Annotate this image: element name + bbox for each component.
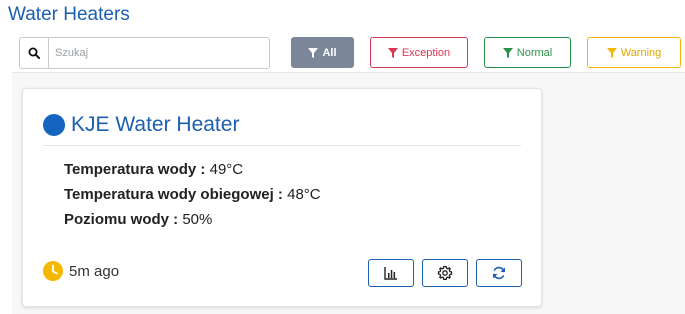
bar-chart-icon (384, 267, 397, 280)
property-separator: : (169, 211, 183, 228)
property-row: Temperatura wody obiegowej : 48°C (64, 182, 321, 207)
filter-exception-button[interactable]: Exception (370, 37, 468, 68)
clock-icon (43, 261, 63, 281)
filter-all-label: All (322, 46, 337, 59)
search-icon (20, 38, 49, 68)
property-separator: : (196, 161, 210, 178)
filter-icon (502, 47, 513, 58)
property-value: 48°C (287, 186, 321, 203)
filter-warning-button[interactable]: Warning (587, 37, 681, 68)
card-divider (43, 145, 521, 146)
last-update: 5m ago (43, 261, 119, 281)
property-separator: : (273, 186, 288, 203)
filter-warning-label: Warning (620, 46, 662, 59)
filter-icon (308, 47, 319, 58)
property-row: Temperatura wody : 49°C (64, 157, 321, 182)
property-value: 50% (182, 211, 213, 228)
property-name: Poziomu wody (64, 211, 169, 228)
filter-normal-button[interactable]: Normal (484, 37, 571, 68)
chart-button[interactable] (368, 259, 414, 287)
filter-icon (606, 47, 617, 58)
card-header: KJE Water Heater (43, 113, 239, 137)
property-value: 49°C (209, 161, 244, 178)
page-title: Water Heaters (8, 4, 130, 25)
refresh-button[interactable] (476, 259, 522, 287)
search-box (19, 37, 270, 69)
gear-icon (437, 265, 453, 280)
settings-button[interactable] (422, 259, 468, 287)
search-input[interactable] (49, 38, 269, 68)
filter-exception-label: Exception (401, 46, 451, 59)
filter-icon (387, 47, 398, 58)
status-indicator (43, 114, 65, 136)
filter-normal-label: Normal (516, 46, 553, 59)
property-name: Temperatura wody (64, 161, 197, 178)
filter-all-button[interactable]: All (291, 37, 354, 68)
property-name: Temperatura wody obiegowej (64, 186, 274, 203)
property-row: Poziomu wody : 50% (64, 207, 321, 232)
property-list: Temperatura wody : 49°C Temperatura wody… (64, 157, 321, 232)
card-title[interactable]: KJE Water Heater (71, 113, 239, 137)
filter-toolbar: All Exception Normal Warning (0, 36, 685, 70)
refresh-icon (493, 266, 505, 280)
device-card: KJE Water Heater Temperatura wody : 49°C… (22, 88, 542, 307)
last-update-text: 5m ago (69, 262, 120, 280)
